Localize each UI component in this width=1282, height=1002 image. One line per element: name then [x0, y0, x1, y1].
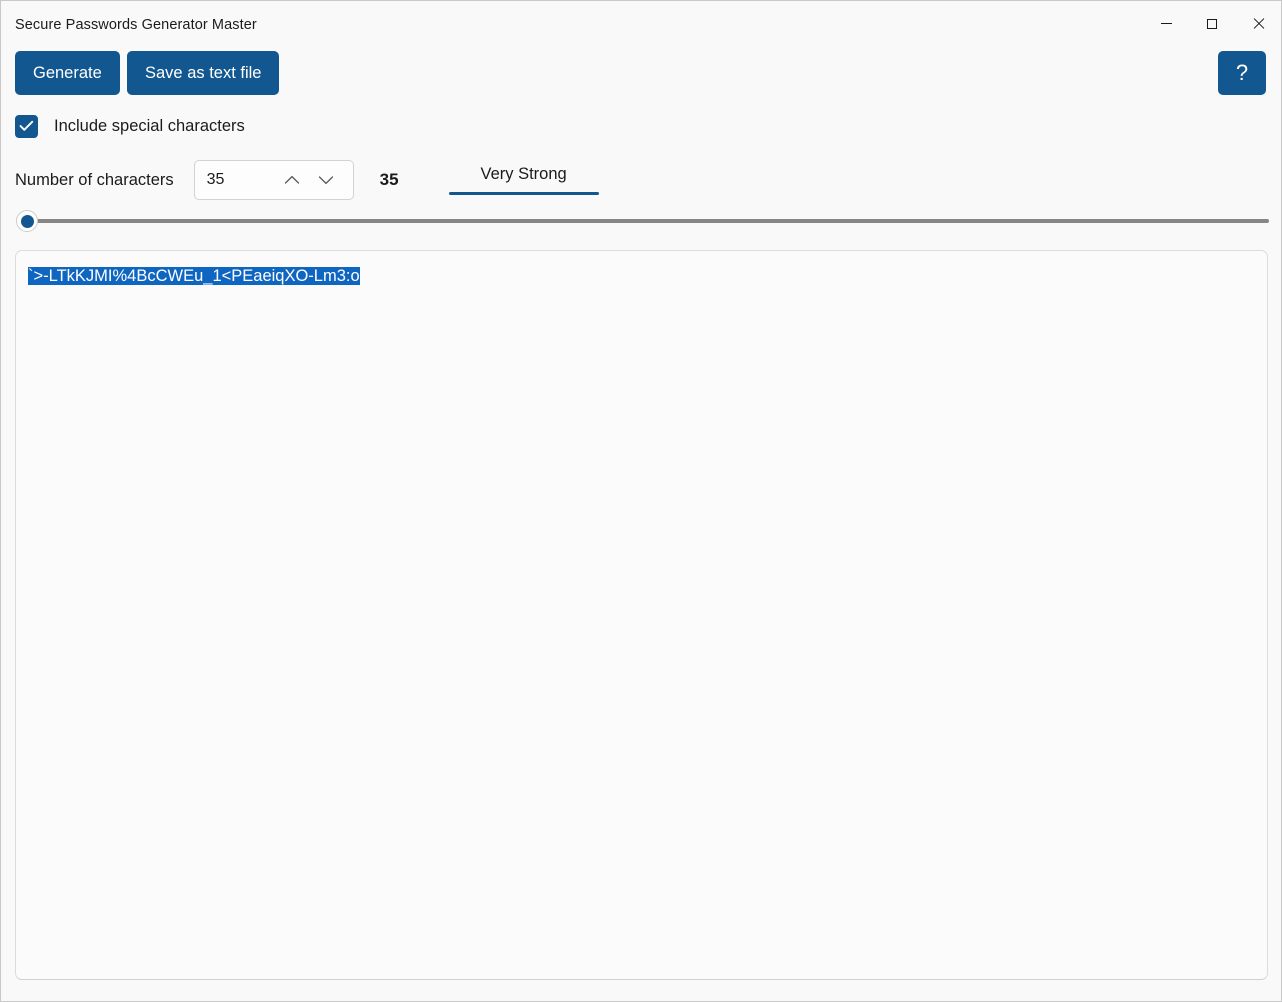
checkmark-icon: [19, 120, 34, 131]
character-count-value: 35: [379, 170, 399, 189]
generate-button[interactable]: Generate: [15, 51, 120, 95]
include-special-characters-checkbox[interactable]: [15, 114, 38, 138]
generated-password-text[interactable]: `>-LTkKJMI%4BcCWEu_1<PEaeiqXO-Lm3:o: [28, 267, 360, 285]
caption-button-group: [1143, 1, 1281, 46]
generated-passwords-textarea[interactable]: `>-LTkKJMI%4BcCWEu_1<PEaeiqXO-Lm3:o: [15, 250, 1268, 980]
stepper-decrement-button[interactable]: [311, 162, 341, 198]
slider-track[interactable]: [27, 219, 1269, 223]
include-special-characters-label: Include special characters: [54, 116, 245, 135]
number-of-characters-label: Number of characters: [15, 170, 174, 189]
minimize-button[interactable]: [1143, 1, 1189, 46]
password-strength-label: Very Strong: [480, 165, 567, 183]
number-of-characters-row: Number of characters 35 Very Strong: [15, 159, 599, 201]
question-mark-icon: ?: [1235, 60, 1249, 85]
minimize-icon: [1160, 23, 1172, 24]
stepper-increment-button[interactable]: [277, 162, 307, 198]
chevron-down-icon: [318, 176, 333, 185]
password-strength-bar: [448, 192, 599, 195]
number-of-characters-stepper[interactable]: [193, 160, 354, 200]
save-as-text-file-button[interactable]: Save as text file: [127, 51, 280, 95]
action-toolbar: Generate Save as text file ?: [1, 51, 1281, 95]
chevron-up-icon: [284, 175, 299, 184]
maximize-icon: [1207, 18, 1217, 29]
maximize-button[interactable]: [1189, 1, 1235, 46]
number-of-characters-input[interactable]: [206, 171, 277, 189]
password-strength-indicator: Very Strong: [448, 165, 599, 195]
close-button[interactable]: [1235, 1, 1281, 46]
close-icon: [1252, 18, 1264, 30]
include-special-characters-row[interactable]: Include special characters: [15, 113, 245, 139]
number-of-characters-slider[interactable]: [15, 209, 1269, 233]
slider-thumb[interactable]: [16, 210, 38, 232]
app-window: Secure Passwords Generator Master Genera…: [0, 0, 1282, 1002]
title-bar: Secure Passwords Generator Master: [1, 1, 1281, 46]
help-button[interactable]: ?: [1218, 51, 1266, 95]
window-title: Secure Passwords Generator Master: [15, 17, 257, 33]
